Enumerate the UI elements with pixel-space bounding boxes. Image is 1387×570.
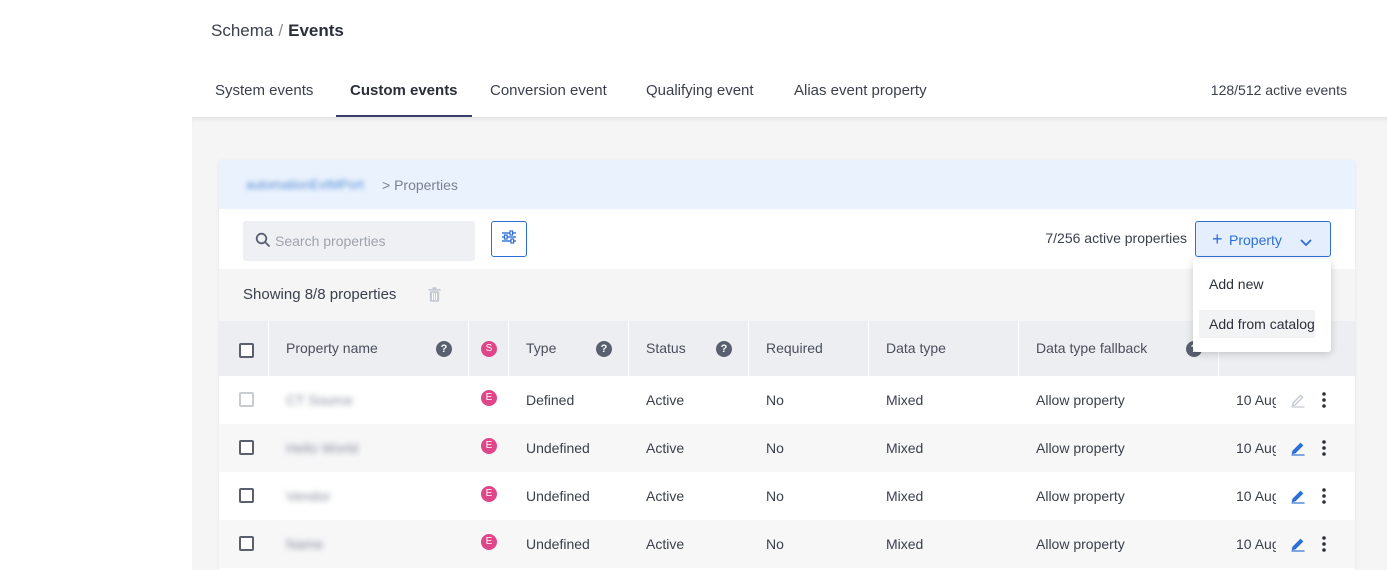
property-data-type: Mixed	[886, 440, 924, 456]
more-vertical-icon[interactable]	[1319, 439, 1329, 462]
tab-conversion-event[interactable]: Conversion event	[476, 66, 621, 117]
tab-system-events[interactable]: System events	[201, 66, 327, 117]
breadcrumb-schema[interactable]: Schema	[211, 21, 273, 40]
search-input[interactable]	[275, 221, 471, 261]
more-vertical-icon[interactable]	[1319, 535, 1329, 558]
active-events-count: 128/512 active events	[1210, 82, 1347, 98]
property-date: 10 Aug	[1236, 392, 1276, 408]
property-required: No	[766, 488, 784, 504]
property-date: 10 Aug	[1236, 536, 1276, 552]
property-status: Active	[646, 440, 685, 456]
property-name: Vendor	[286, 488, 331, 504]
edit-pencil-icon	[1290, 392, 1306, 413]
table-row: CT Source E Defined Active No Mixed Allo…	[219, 376, 1355, 424]
property-data-type: Mixed	[886, 536, 924, 552]
event-tabs: System events Custom events Conversion e…	[192, 66, 1387, 118]
properties-card: automationEvtMPort > Properties 7/256 ac…	[219, 160, 1355, 570]
select-all-checkbox[interactable]	[239, 343, 254, 358]
event-name-link[interactable]: automationEvtMPort	[246, 177, 364, 192]
property-type: Undefined	[526, 536, 590, 552]
tab-custom-events[interactable]: Custom events	[336, 66, 472, 117]
menu-item-add-from-catalog[interactable]: Add from catalog	[1199, 310, 1315, 338]
table-row: Name E Undefined Active No Mixed Allow p…	[219, 520, 1355, 568]
card-header: automationEvtMPort > Properties	[219, 160, 1355, 209]
property-name: CT Source	[286, 392, 353, 408]
add-property-button[interactable]: + Property	[1195, 221, 1331, 257]
row-checkbox	[239, 392, 254, 407]
column-data-type-fallback[interactable]: Data type fallback	[1036, 321, 1147, 376]
more-vertical-icon[interactable]	[1319, 391, 1329, 414]
properties-crumb: > Properties	[382, 177, 458, 193]
help-icon[interactable]: ?	[596, 341, 612, 357]
source-badge-s: S	[481, 341, 497, 357]
edit-pencil-icon[interactable]	[1290, 536, 1306, 557]
plus-icon: +	[1212, 229, 1223, 249]
column-property-name[interactable]: Property name	[286, 321, 378, 376]
property-fallback: Allow property	[1036, 440, 1125, 456]
column-data-type[interactable]: Data type	[886, 321, 946, 376]
property-date: 10 Aug	[1236, 488, 1276, 504]
property-type: Undefined	[526, 488, 590, 504]
property-status: Active	[646, 536, 685, 552]
property-data-type: Mixed	[886, 392, 924, 408]
active-properties-count: 7/256 active properties	[1045, 230, 1187, 246]
property-required: No	[766, 392, 784, 408]
event-badge-e: E	[481, 534, 497, 550]
table-header: Property name ? S Type ? Status ? Requir…	[219, 321, 1355, 376]
breadcrumb-events: Events	[288, 21, 344, 40]
help-icon[interactable]: ?	[436, 341, 452, 357]
tab-alias-event-property[interactable]: Alias event property	[780, 66, 941, 117]
filter-sliders-icon	[501, 229, 517, 249]
property-status: Active	[646, 488, 685, 504]
event-badge-e: E	[481, 486, 497, 502]
add-property-label: Property	[1229, 232, 1282, 248]
search-box	[243, 221, 475, 261]
column-required[interactable]: Required	[766, 321, 823, 376]
more-vertical-icon[interactable]	[1319, 487, 1329, 510]
breadcrumb-separator: /	[278, 21, 284, 40]
trash-icon[interactable]	[428, 287, 441, 307]
property-fallback: Allow property	[1036, 488, 1125, 504]
column-type[interactable]: Type	[526, 321, 556, 376]
table-row: Vendor E Undefined Active No Mixed Allow…	[219, 472, 1355, 520]
showing-bar: Showing 8/8 properties	[219, 269, 1355, 321]
property-data-type: Mixed	[886, 488, 924, 504]
property-required: No	[766, 440, 784, 456]
event-badge-e: E	[481, 390, 497, 406]
property-date: 10 Aug	[1236, 440, 1276, 456]
tab-qualifying-event[interactable]: Qualifying event	[632, 66, 768, 117]
menu-item-add-new[interactable]: Add new	[1199, 270, 1315, 298]
row-checkbox[interactable]	[239, 536, 254, 551]
property-fallback: Allow property	[1036, 392, 1125, 408]
help-icon[interactable]: ?	[716, 341, 732, 357]
event-badge-e: E	[481, 438, 497, 454]
property-type: Defined	[526, 392, 575, 408]
edit-pencil-icon[interactable]	[1290, 488, 1306, 509]
property-name: Name	[286, 536, 324, 552]
column-status[interactable]: Status	[646, 321, 686, 376]
property-required: No	[766, 536, 784, 552]
showing-count: Showing 8/8 properties	[243, 286, 397, 303]
property-type: Undefined	[526, 440, 590, 456]
table-row: Hello World E Undefined Active No Mixed …	[219, 424, 1355, 472]
search-icon	[255, 232, 271, 253]
filter-button[interactable]	[491, 221, 527, 257]
add-property-dropdown: Add new Add from catalog	[1193, 259, 1331, 352]
row-checkbox[interactable]	[239, 488, 254, 503]
property-name: Hello World	[286, 440, 359, 456]
chevron-down-icon[interactable]	[1300, 234, 1312, 252]
property-fallback: Allow property	[1036, 536, 1125, 552]
breadcrumb: Schema / Events	[211, 21, 344, 41]
row-checkbox[interactable]	[239, 440, 254, 455]
property-status: Active	[646, 392, 685, 408]
edit-pencil-icon[interactable]	[1290, 440, 1306, 461]
